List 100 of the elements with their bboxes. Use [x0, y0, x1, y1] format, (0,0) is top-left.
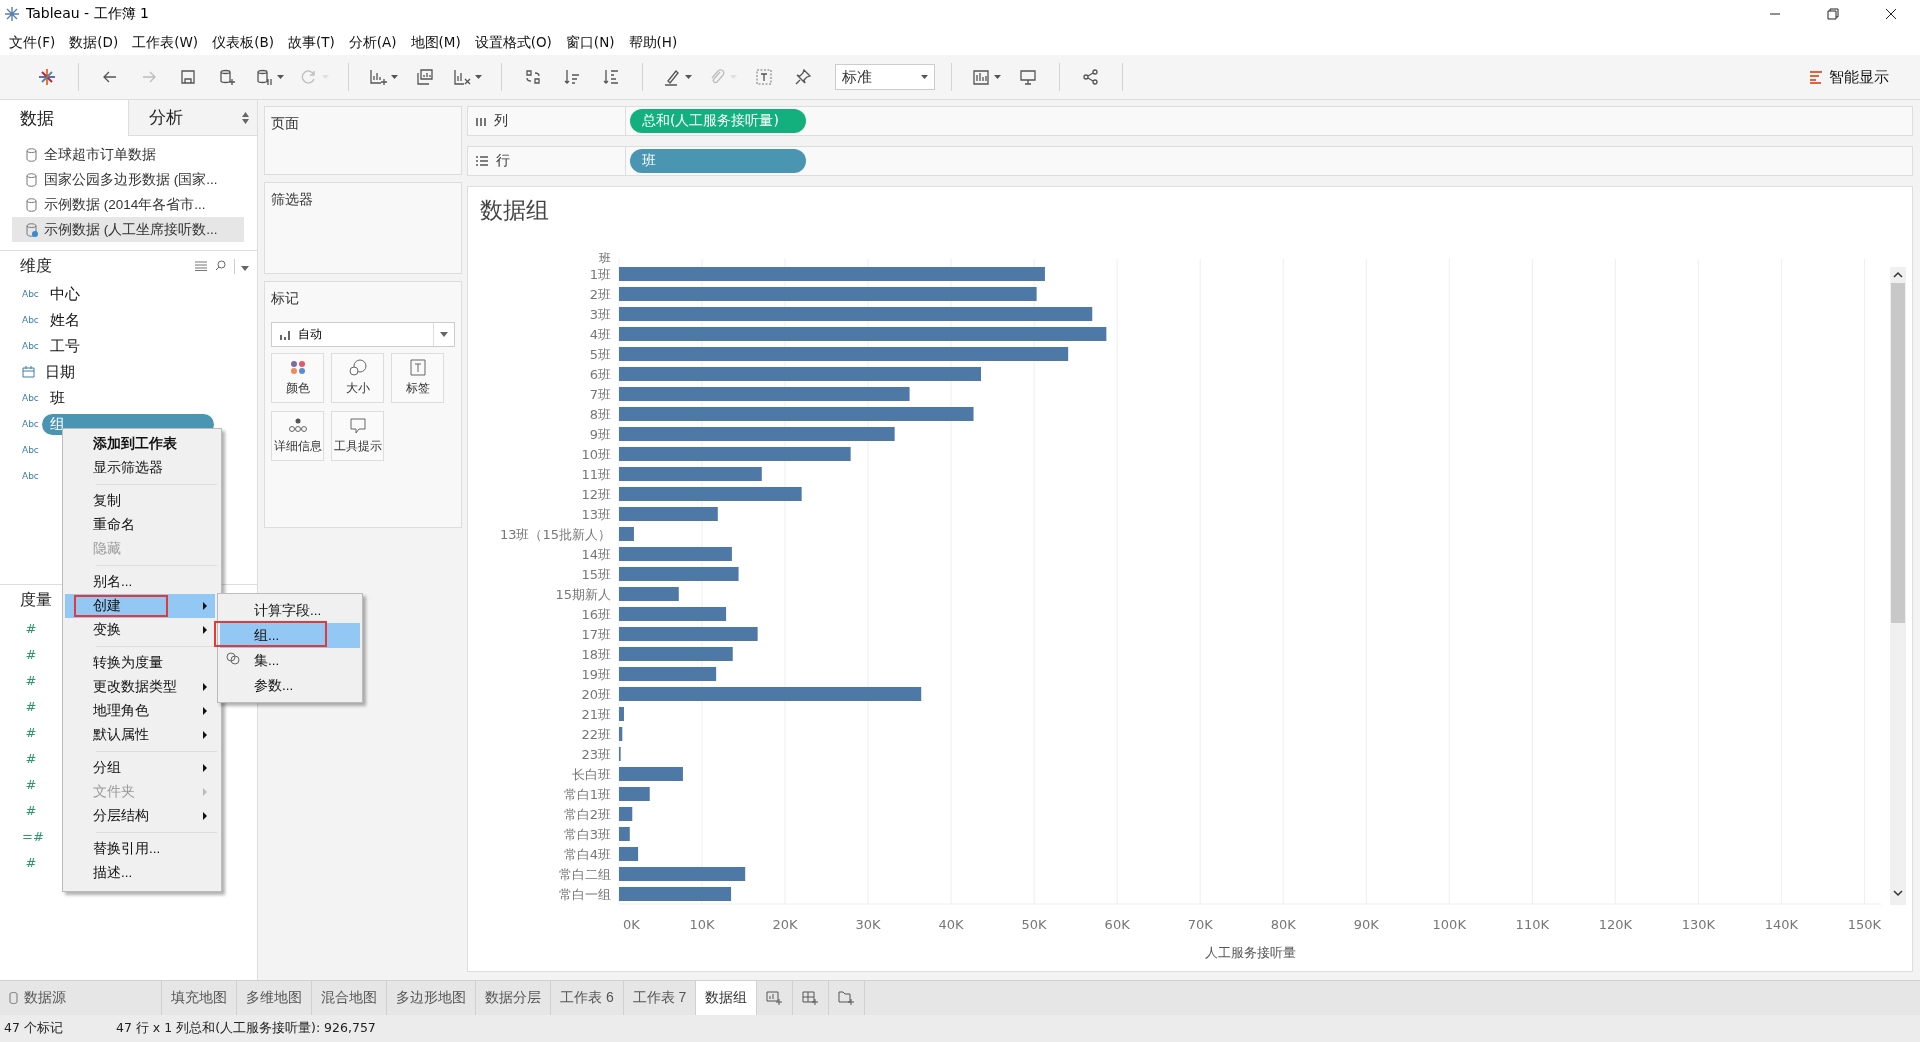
menu-item[interactable]: 替换引用... — [65, 837, 215, 861]
calendar-icon — [22, 366, 35, 378]
menu-item[interactable]: 分析(A) — [341, 28, 404, 55]
menu-item[interactable]: 创建 — [65, 594, 215, 618]
category-label: 6班 — [589, 367, 611, 382]
submenu-arrow-icon — [203, 764, 207, 772]
size-mark-button[interactable]: 大小 — [331, 353, 384, 403]
chart-clear-icon — [452, 67, 472, 87]
show-cards-icon — [971, 67, 991, 87]
menu-item[interactable]: 别名... — [65, 570, 215, 594]
sort-ascending-icon — [562, 67, 582, 87]
menu-item[interactable]: 参数... — [220, 673, 360, 698]
menu-item[interactable]: 显示筛选器 — [65, 456, 215, 480]
color-mark-button[interactable]: 颜色 — [271, 353, 324, 403]
category-label: 16班 — [581, 607, 611, 622]
data-source-item[interactable]: 示例数据 (人工坐席接听数... — [12, 217, 244, 242]
menu-item[interactable]: 帮助(H) — [621, 28, 685, 55]
detail-mark-button[interactable]: 详细信息 — [271, 411, 324, 461]
menu-item[interactable]: 添加到工作表 — [65, 432, 215, 456]
category-label: 21班 — [581, 707, 611, 722]
dimension-field[interactable]: 中心 — [42, 283, 88, 305]
mark-type-dropdown[interactable]: 自动 — [271, 322, 455, 347]
shelf-label: 列 — [494, 112, 508, 130]
menu-item[interactable]: 分组 — [65, 756, 215, 780]
save-icon — [178, 67, 198, 87]
menu-item[interactable]: 计算字段... — [220, 598, 360, 623]
data-source-item[interactable]: 示例数据 (2014年各省市... — [12, 192, 244, 217]
menu-item[interactable]: 重命名 — [65, 513, 215, 537]
menu-item[interactable]: 窗口(N) — [558, 28, 622, 55]
show-me-icon — [1809, 70, 1823, 84]
pane-menu-button[interactable] — [234, 258, 249, 274]
field-type-label: Abc — [22, 289, 40, 299]
submenu-arrow-icon — [203, 626, 207, 634]
submenu-arrow-icon — [203, 788, 207, 796]
category-label: 14班 — [581, 547, 611, 562]
database-icon — [26, 172, 38, 187]
menu-item[interactable]: 描述... — [65, 861, 215, 885]
menu-item[interactable]: 复制 — [65, 489, 215, 513]
fit-dropdown[interactable]: 标准 — [835, 64, 935, 90]
view-title: 数据组 — [479, 196, 550, 225]
section-header: 度量 — [20, 589, 52, 611]
menu-item[interactable]: 设置格式(O) — [467, 28, 559, 55]
card-title: 筛选器 — [271, 191, 314, 209]
menu-item[interactable]: 仪表板(B) — [205, 28, 281, 55]
axis-title: 人工服务接听量 — [1204, 945, 1296, 959]
menu-item[interactable]: 默认属性 — [65, 723, 215, 747]
category-label: 15班 — [581, 567, 611, 582]
category-label: 8班 — [589, 407, 611, 422]
tick-label: 70K — [1187, 917, 1213, 932]
size-circles-icon — [347, 359, 368, 376]
dimension-field[interactable]: 日期 — [37, 361, 83, 383]
menu-item[interactable]: 地图(M) — [403, 28, 468, 55]
menu-item[interactable]: 分层结构 — [65, 804, 215, 828]
menu-item[interactable]: 数据(D) — [62, 28, 126, 55]
show-me-button[interactable]: 智能显示 — [1806, 63, 1892, 91]
category-label: 17班 — [581, 627, 611, 642]
sheet-tab[interactable]: 数据组 — [696, 981, 758, 1015]
tick-label: 10K — [689, 917, 715, 932]
field-type-label: # — [24, 776, 38, 792]
data-source-item[interactable]: 国家公园多边形数据 (国家... — [12, 167, 244, 192]
database-icon — [26, 147, 38, 162]
new-worksheet-icon — [766, 990, 784, 1006]
tooltip-mark-button[interactable]: 工具提示 — [331, 411, 384, 461]
menu-item[interactable]: 故事(T) — [280, 28, 342, 55]
caret-icon — [440, 332, 448, 337]
logo-icon — [37, 67, 57, 87]
tick-label: 110K — [1515, 917, 1549, 932]
window-title: Tableau - 工作簿 1 — [26, 5, 150, 23]
menu-item[interactable]: 变换 — [65, 618, 215, 642]
bar[interactable] — [619, 847, 639, 861]
sort-arrows-icon — [242, 111, 249, 124]
menu-item[interactable]: 更改数据类型 — [65, 675, 215, 699]
menu-item[interactable]: 地理角色 — [65, 699, 215, 723]
menu-item[interactable]: 工作表(W) — [125, 28, 206, 55]
view-toggle-button[interactable] — [195, 258, 207, 274]
category-label: 1班 — [589, 267, 611, 282]
close-icon — [1885, 8, 1897, 20]
menu-item[interactable]: 转换为度量 — [65, 651, 215, 675]
bar[interactable] — [619, 787, 650, 801]
duplicate-chart-icon — [415, 67, 435, 87]
section-header: 维度 — [20, 255, 52, 277]
label-mark-button[interactable]: 标签 — [391, 353, 444, 403]
dimension-field[interactable]: 工号 — [42, 335, 88, 357]
bar[interactable] — [619, 807, 633, 821]
bar[interactable] — [619, 727, 623, 741]
dimension-field[interactable]: 姓名 — [42, 309, 88, 331]
shelf-label: 行 — [496, 152, 510, 170]
menu-item[interactable]: 集... — [220, 648, 360, 673]
row-header-label: 班 — [599, 251, 611, 265]
category-label: 常白3班 — [563, 827, 611, 842]
dimension-field[interactable]: 班 — [42, 387, 73, 409]
vertical-scrollbar[interactable] — [1890, 267, 1906, 905]
pane-tab[interactable]: 分析 — [128, 100, 257, 136]
list-icon — [195, 260, 207, 271]
data-source-item[interactable]: 全球超市订单数据 — [12, 142, 244, 167]
menu-item[interactable]: 文件(F) — [2, 28, 63, 55]
category-label: 4班 — [589, 327, 611, 342]
set-circles-icon — [226, 652, 240, 665]
submenu-arrow-icon — [203, 707, 207, 715]
caret-icon — [277, 75, 284, 79]
